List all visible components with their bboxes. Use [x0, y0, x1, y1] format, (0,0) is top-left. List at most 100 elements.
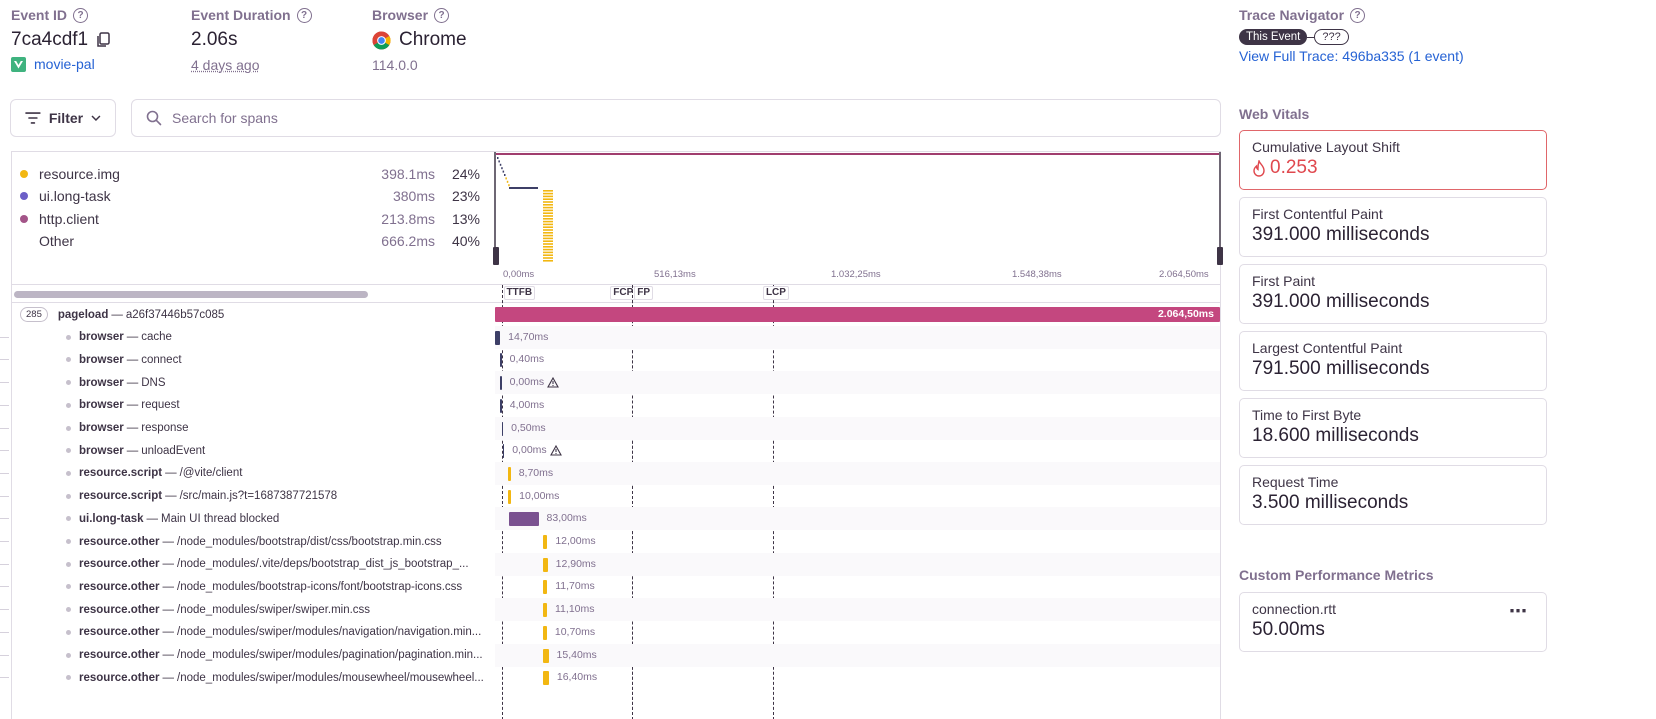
span-bar[interactable]	[543, 557, 548, 572]
view-full-trace-link[interactable]: View Full Trace: 496ba335 (1 event)	[1239, 48, 1464, 64]
span-title: resource.other — /node_modules/swiper/swi…	[79, 598, 494, 621]
legend-percent: 23%	[451, 188, 480, 204]
tree-connector	[0, 427, 9, 429]
help-icon[interactable]: ?	[434, 7, 450, 23]
legend-dot	[20, 170, 28, 178]
span-row[interactable]: browser — unloadEvent 0,00ms	[0, 439, 1220, 462]
web-vital-card[interactable]: Largest Contentful Paint 791.500 millisec…	[1239, 331, 1547, 391]
tree-node-dot	[66, 561, 71, 567]
web-vital-value-row: 0.253	[1252, 157, 1534, 179]
span-row[interactable]: resource.other — /node_modules/bootstrap-…	[0, 575, 1220, 598]
span-duration: 8,70ms	[519, 462, 553, 485]
vital-marker-label[interactable]: TTFB	[503, 286, 536, 300]
span-bar[interactable]	[543, 535, 548, 549]
span-search[interactable]	[131, 99, 1221, 137]
span-bar[interactable]	[543, 648, 549, 663]
divider	[12, 284, 1220, 285]
project-link[interactable]: movie-pal	[34, 56, 95, 72]
span-duration: 12,00ms	[555, 530, 595, 553]
span-row[interactable]: resource.other — /node_modules/bootstrap/…	[0, 530, 1220, 553]
span-description: /node_modules/.vite/deps/bootstrap_dist_…	[177, 558, 469, 571]
tree-connector	[0, 472, 9, 474]
minimap-span-mark	[506, 180, 509, 183]
span-bar[interactable]	[543, 603, 547, 618]
children-count-badge[interactable]: 285	[20, 307, 48, 322]
span-description: Main UI thread blocked	[161, 512, 280, 525]
span-row[interactable]: resource.script — /@vite/client 8,70ms	[0, 461, 1220, 485]
span-row[interactable]: browser — cache 14,70ms	[0, 325, 1220, 349]
tree-node-dot	[66, 539, 71, 544]
span-row[interactable]: browser — request 4,00ms	[0, 394, 1220, 417]
span-bar[interactable]	[507, 489, 512, 504]
span-row[interactable]: browser — connect 0,40ms	[0, 348, 1220, 371]
span-row[interactable]: 285 pageload — a26f37446b57c085 2.064,50ms	[12, 303, 1220, 326]
legend-name: ui.long-task	[39, 188, 111, 204]
event-id-section: Event ID? 7ca4cdf1 movie-pal	[11, 7, 111, 72]
web-vital-card[interactable]: Cumulative Layout Shift 0.253	[1239, 130, 1547, 190]
minimap-resource-mark	[543, 190, 553, 192]
span-row[interactable]: browser — response 0,50ms	[0, 416, 1220, 440]
warning-icon[interactable]	[547, 377, 560, 388]
span-bar[interactable]	[509, 512, 539, 527]
minimap-bg	[494, 152, 1221, 265]
tick-label: 516,13ms	[654, 269, 696, 280]
span-bar[interactable]	[500, 398, 502, 413]
span-bar[interactable]	[543, 580, 548, 595]
span-bar-area: 12,00ms	[495, 530, 1220, 553]
web-vital-value-row: 18.600 milliseconds	[1252, 425, 1534, 447]
help-icon[interactable]: ?	[296, 7, 312, 23]
legend-duration: 666.2ms	[381, 233, 435, 249]
web-vital-card[interactable]: Request Time 3.500 milliseconds	[1239, 465, 1547, 525]
span-row[interactable]: resource.other — /node_modules/swiper/mod…	[0, 666, 1220, 689]
span-title: resource.other — /node_modules/swiper/mod…	[79, 621, 494, 644]
minimap-resource-mark	[543, 234, 553, 237]
span-bar[interactable]	[500, 353, 502, 368]
help-icon[interactable]: ?	[73, 7, 89, 23]
span-title: ui.long-task — Main UI thread blocked	[79, 507, 494, 530]
span-bar[interactable]	[543, 671, 549, 686]
minimap-resource-mark	[543, 260, 553, 262]
warning-icon[interactable]	[549, 445, 562, 456]
horizontal-scrollbar[interactable]	[14, 291, 368, 298]
minimap-resource-mark	[543, 243, 553, 245]
span-bar[interactable]	[507, 466, 511, 481]
span-row[interactable]: resource.other — /node_modules/.vite/deps…	[0, 552, 1220, 576]
span-row[interactable]: browser — DNS 0,00ms	[0, 371, 1220, 395]
more-options-icon[interactable]: ⋯	[1509, 601, 1528, 622]
span-op: browser	[79, 376, 124, 389]
minimap-right-handle[interactable]	[1217, 247, 1223, 265]
span-row[interactable]: resource.other — /node_modules/swiper/mod…	[0, 643, 1220, 667]
search-input[interactable]	[172, 110, 1072, 126]
legend-percent: 24%	[451, 166, 480, 182]
web-vital-card[interactable]: First Paint 391.000 milliseconds	[1239, 264, 1547, 324]
span-bar[interactable]	[502, 444, 505, 459]
span-op: resource.script	[79, 490, 163, 503]
minimap[interactable]	[494, 152, 1221, 265]
filter-button[interactable]: Filter	[10, 99, 116, 137]
minimap-left-handle[interactable]	[493, 247, 499, 265]
span-duration-text: 14,70ms	[508, 330, 549, 343]
span-row[interactable]: resource.script — /src/main.js?t=16873877…	[0, 485, 1220, 508]
tree-connector	[0, 495, 9, 497]
span-bar[interactable]	[543, 625, 547, 640]
browser-name: Chrome	[399, 29, 467, 50]
minimap-resource-mark	[543, 195, 553, 198]
span-separator: —	[111, 308, 123, 321]
span-bar[interactable]	[495, 330, 501, 345]
web-vital-card[interactable]: Time to First Byte 18.600 milliseconds	[1239, 398, 1547, 458]
span-row[interactable]: ui.long-task — Main UI thread blocked 83,0…	[0, 507, 1220, 531]
help-icon[interactable]: ?	[1350, 7, 1366, 23]
span-duration-text: 12,00ms	[555, 535, 596, 547]
minimap-resource-mark	[543, 198, 553, 200]
vital-marker-label[interactable]: LCP	[762, 286, 789, 300]
browser-version: 114.0.0	[372, 57, 418, 73]
span-bar[interactable]	[500, 376, 502, 391]
span-bar[interactable]	[495, 307, 1220, 322]
span-row[interactable]: resource.other — /node_modules/swiper/mod…	[0, 621, 1220, 644]
web-vital-card[interactable]: First Contentful Paint 391.000 millisecon…	[1239, 197, 1547, 257]
span-bar[interactable]	[501, 421, 504, 436]
span-row[interactable]: resource.other — /node_modules/swiper/swi…	[0, 598, 1220, 622]
vital-marker-label[interactable]: FP	[634, 286, 654, 300]
copy-icon[interactable]	[96, 32, 111, 48]
event-age[interactable]: 4 days ago	[191, 57, 312, 73]
